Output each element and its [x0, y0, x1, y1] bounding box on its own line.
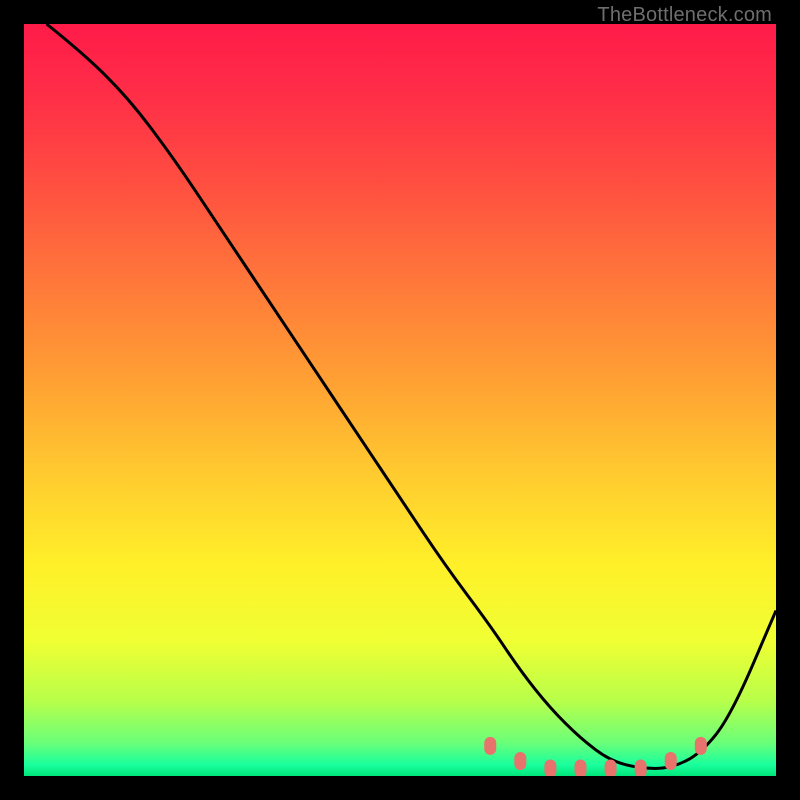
data-marker [484, 737, 496, 755]
data-marker [514, 752, 526, 770]
data-marker [635, 759, 647, 776]
data-marker [695, 737, 707, 755]
data-marker [665, 752, 677, 770]
chart-background [24, 24, 776, 776]
chart-svg [24, 24, 776, 776]
watermark-text: TheBottleneck.com [597, 4, 772, 27]
data-marker [605, 759, 617, 776]
data-marker [574, 759, 586, 776]
data-marker [544, 759, 556, 776]
